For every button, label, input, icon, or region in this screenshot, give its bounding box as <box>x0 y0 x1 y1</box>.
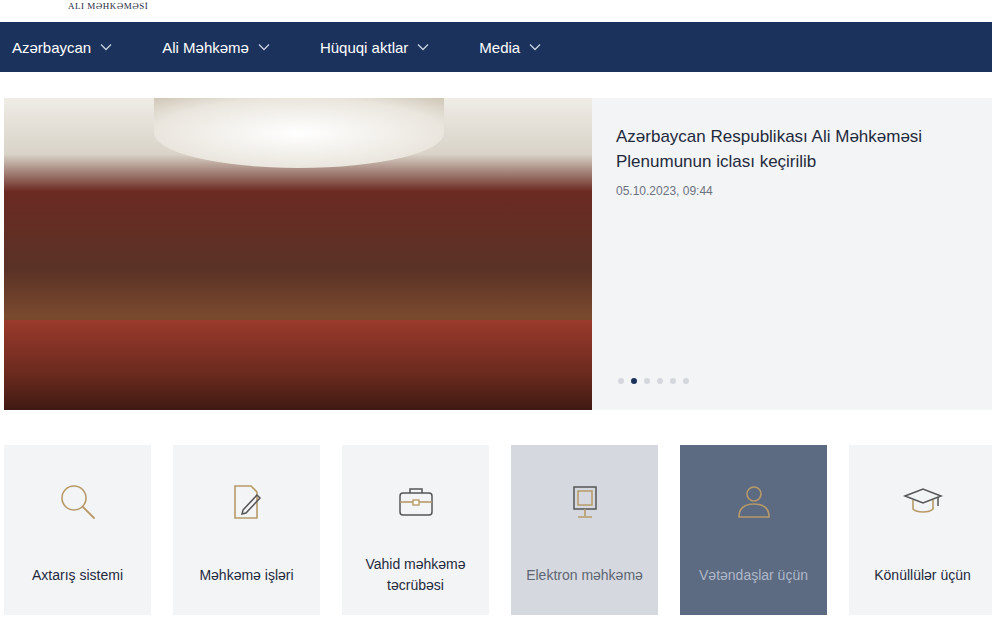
logo[interactable]: ALI MƏHKƏMƏSİ <box>0 0 992 22</box>
slide-dot[interactable] <box>670 378 676 384</box>
news-panel: Azərbaycan Respublikası Ali Məhkəməsi Pl… <box>592 98 992 410</box>
quick-links: Axtarış sistemi Məhkəmə işləri Vahid məh… <box>0 445 992 615</box>
slide-dot[interactable] <box>683 378 689 384</box>
quick-link-card[interactable]: Vətəndaşlar üçün <box>680 445 827 615</box>
nav-item[interactable]: Media <box>479 39 541 56</box>
quick-link-card[interactable]: Məhkəmə işləri <box>173 445 320 615</box>
nav-item[interactable]: Ali Məhkəmə <box>162 39 270 56</box>
news-carousel: Azərbaycan Respublikası Ali Məhkəməsi Pl… <box>0 98 992 410</box>
magnifier-icon <box>57 481 99 523</box>
person-icon <box>733 481 775 523</box>
quick-link-card[interactable]: Elektron məhkəmə <box>511 445 658 615</box>
quick-link-card[interactable]: Vahid məhkəmə təcrübəsi <box>342 445 489 615</box>
monitor-icon <box>564 481 606 523</box>
nav-item[interactable]: Hüquqi aktlar <box>320 39 429 56</box>
page: ALI MƏHKƏMƏSİ Azərbaycan Ali Məhkəmə Hüq… <box>0 0 992 630</box>
chevron-down-icon <box>417 43 429 51</box>
slide-dot[interactable] <box>618 378 624 384</box>
nav-item[interactable]: Azərbaycan <box>12 39 112 56</box>
news-photo[interactable] <box>4 98 592 410</box>
quick-link-label[interactable]: Vətəndaşlar üçün <box>699 553 808 597</box>
nav-bar: Azərbaycan Ali Məhkəmə Hüquqi aktlar Med… <box>0 22 992 72</box>
slide-dot[interactable] <box>631 378 637 384</box>
chevron-down-icon <box>258 43 270 51</box>
chevron-down-icon <box>529 43 541 51</box>
logo-text[interactable]: ALI MƏHKƏMƏSİ <box>68 0 148 11</box>
slide-dots <box>616 378 968 388</box>
quick-link-label[interactable]: Məhkəmə işləri <box>199 553 293 597</box>
quick-link-card[interactable]: Axtarış sistemi <box>4 445 151 615</box>
graduation-cap-icon <box>902 481 944 523</box>
chevron-down-icon <box>100 43 112 51</box>
quick-link-label[interactable]: Elektron məhkəmə <box>526 553 643 597</box>
slide-dot[interactable] <box>657 378 663 384</box>
quick-link-label[interactable]: Könüllülər üçün <box>874 553 971 597</box>
quick-link-card[interactable]: Könüllülər üçün <box>849 445 992 615</box>
document-pen-icon <box>226 481 268 523</box>
news-title[interactable]: Azərbaycan Respublikası Ali Məhkəməsi Pl… <box>616 124 968 174</box>
quick-link-label[interactable]: Vahid məhkəmə təcrübəsi <box>350 553 481 597</box>
slide-dot[interactable] <box>644 378 650 384</box>
briefcase-icon <box>395 481 437 523</box>
quick-link-label[interactable]: Axtarış sistemi <box>32 553 123 597</box>
news-date: 05.10.2023, 09:44 <box>616 184 968 198</box>
